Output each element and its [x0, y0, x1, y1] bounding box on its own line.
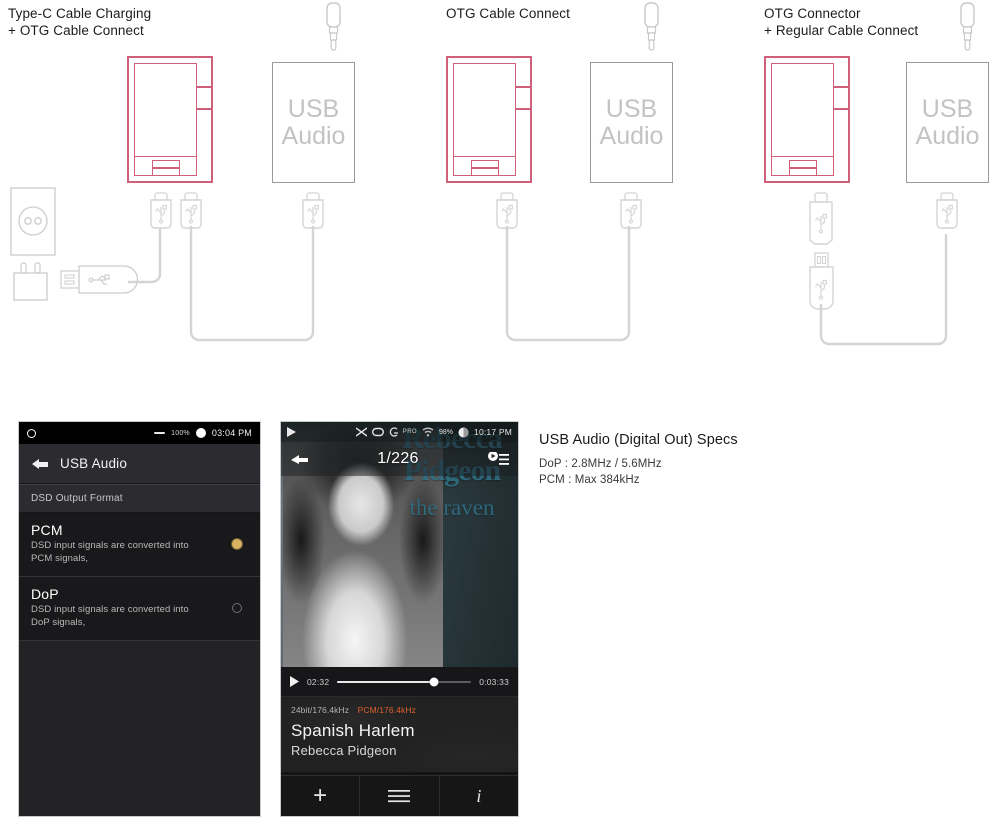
player-battery-percent: 98% — [439, 428, 454, 436]
format-bitdepth: 24bit/176.4kHz — [291, 705, 350, 715]
player-top-bar: 1/226 — [281, 442, 518, 476]
specs-line-pcm: PCM : Max 384kHz — [539, 474, 640, 486]
nav-queue-button[interactable] — [359, 776, 438, 816]
format-output: PCM/176.4kHz — [357, 705, 416, 715]
specs-line-dop: DoP : 2.8MHz / 5.6MHz — [539, 458, 662, 470]
usb-audio-device-2: USB Audio — [590, 62, 673, 183]
usb-audio-settings-screen: 100% 03:04 PM USB Audio DSD Output Forma… — [18, 421, 261, 817]
nav-add-button[interactable]: + — [281, 776, 359, 816]
track-metadata: 24bit/176.4kHz PCM/176.4kHz Spanish Harl… — [281, 697, 518, 772]
diagram-title-3: OTG Connector + Regular Cable Connect — [764, 6, 919, 38]
format-info: 24bit/176.4kHz PCM/176.4kHz — [291, 705, 508, 715]
player-clock: 10:17 PM — [474, 427, 512, 437]
regular-cable-3 — [819, 234, 948, 346]
pro-badge: PRO — [402, 429, 417, 435]
shuffle-icon[interactable] — [355, 427, 367, 437]
option-desc-dop: DSD input signals are converted into DoP… — [31, 604, 189, 628]
usb-connector-device-3 — [936, 192, 958, 229]
usb-audio-device-label-2: USB Audio — [599, 94, 664, 150]
usb-audio-device-label-3: USB Audio — [915, 94, 980, 150]
dsd-output-format-label: DSD Output Format — [19, 484, 260, 513]
track-title: Spanish Harlem — [291, 721, 415, 740]
album-art-line3: the raven — [409, 495, 495, 520]
radio-dop[interactable] — [232, 603, 242, 613]
otg-cable-2 — [505, 226, 631, 342]
track-artist: Rebecca Pidgeon — [291, 743, 397, 758]
specs-title: USB Audio (Digital Out) Specs — [539, 432, 738, 448]
headphone-jack-icon-2 — [644, 2, 659, 51]
repeat-icon[interactable] — [371, 427, 384, 437]
play-button-icon[interactable] — [290, 676, 299, 687]
minus-icon — [154, 432, 166, 434]
settings-status-left — [27, 428, 36, 438]
playlist-icon[interactable] — [487, 451, 509, 467]
plus-icon: + — [313, 782, 328, 809]
settings-header: USB Audio — [19, 444, 260, 484]
battery-percent-label: 100% — [171, 429, 190, 437]
nav-info-button[interactable]: i — [438, 776, 518, 816]
settings-empty-area — [19, 641, 260, 816]
diagram-title-2: OTG Cable Connect — [446, 6, 571, 21]
back-arrow-icon[interactable] — [31, 458, 49, 470]
total-time: 0:03:33 — [479, 676, 509, 687]
info-icon: i — [476, 785, 482, 806]
play-indicator-icon — [287, 427, 296, 437]
battery-icon — [458, 427, 469, 437]
usb-audio-device-label-1: USB Audio — [281, 94, 346, 150]
status-clock: 03:04 PM — [211, 428, 252, 438]
back-arrow-icon[interactable] — [290, 453, 309, 465]
specs-block: USB Audio (Digital Out) Specs DoP : 2.8M… — [539, 432, 869, 488]
power-icon — [27, 428, 36, 438]
seek-bar-fill — [337, 680, 434, 683]
power-adapter-icon — [13, 262, 48, 301]
otg-cable-1 — [189, 226, 315, 342]
usb-audio-device-1: USB Audio — [272, 62, 355, 183]
gapless-icon[interactable] — [389, 426, 398, 438]
headphone-jack-icon-1 — [326, 2, 341, 51]
music-player-screen: Rebecca Pidgeon the raven PRO 98% 10:17 … — [280, 421, 519, 817]
option-title-pcm: PCM — [31, 522, 63, 538]
option-desc-pcm: DSD input signals are converted into PCM… — [31, 540, 189, 564]
wall-socket-icon — [10, 187, 56, 256]
radio-pcm[interactable] — [232, 539, 242, 549]
page-title: USB Audio — [60, 456, 128, 471]
usb-audio-device-3: USB Audio — [906, 62, 989, 183]
settings-status-bar: 100% 03:04 PM — [19, 422, 260, 444]
dap-device-1 — [127, 56, 213, 183]
wifi-icon — [422, 427, 434, 437]
track-count-label: 1/226 — [377, 450, 419, 467]
playback-progress-bar[interactable]: 02:32 0:03:33 — [281, 667, 518, 697]
dap-device-2 — [446, 56, 532, 183]
seek-bar-knob[interactable] — [429, 677, 439, 686]
headphone-jack-icon-3 — [960, 2, 975, 51]
option-title-dop: DoP — [31, 586, 59, 602]
dap-device-3 — [764, 56, 850, 183]
diagram-title-1: Type-C Cable Charging + OTG Cable Connec… — [8, 6, 152, 38]
player-status-bar: PRO 98% 10:17 PM — [281, 422, 518, 442]
settings-status-right: 100% 03:04 PM — [154, 428, 252, 438]
type-c-connector-1a — [150, 192, 172, 229]
battery-icon — [195, 428, 206, 438]
option-row-pcm[interactable]: PCM DSD input signals are converted into… — [19, 513, 260, 577]
option-row-dop[interactable]: DoP DSD input signals are converted into… — [19, 577, 260, 641]
list-icon — [388, 790, 411, 803]
player-bottom-nav: + i — [281, 775, 518, 816]
album-art: Rebecca Pidgeon the raven PRO 98% 10:17 … — [281, 422, 518, 667]
seek-bar[interactable] — [337, 677, 472, 686]
elapsed-time: 02:32 — [307, 676, 330, 687]
